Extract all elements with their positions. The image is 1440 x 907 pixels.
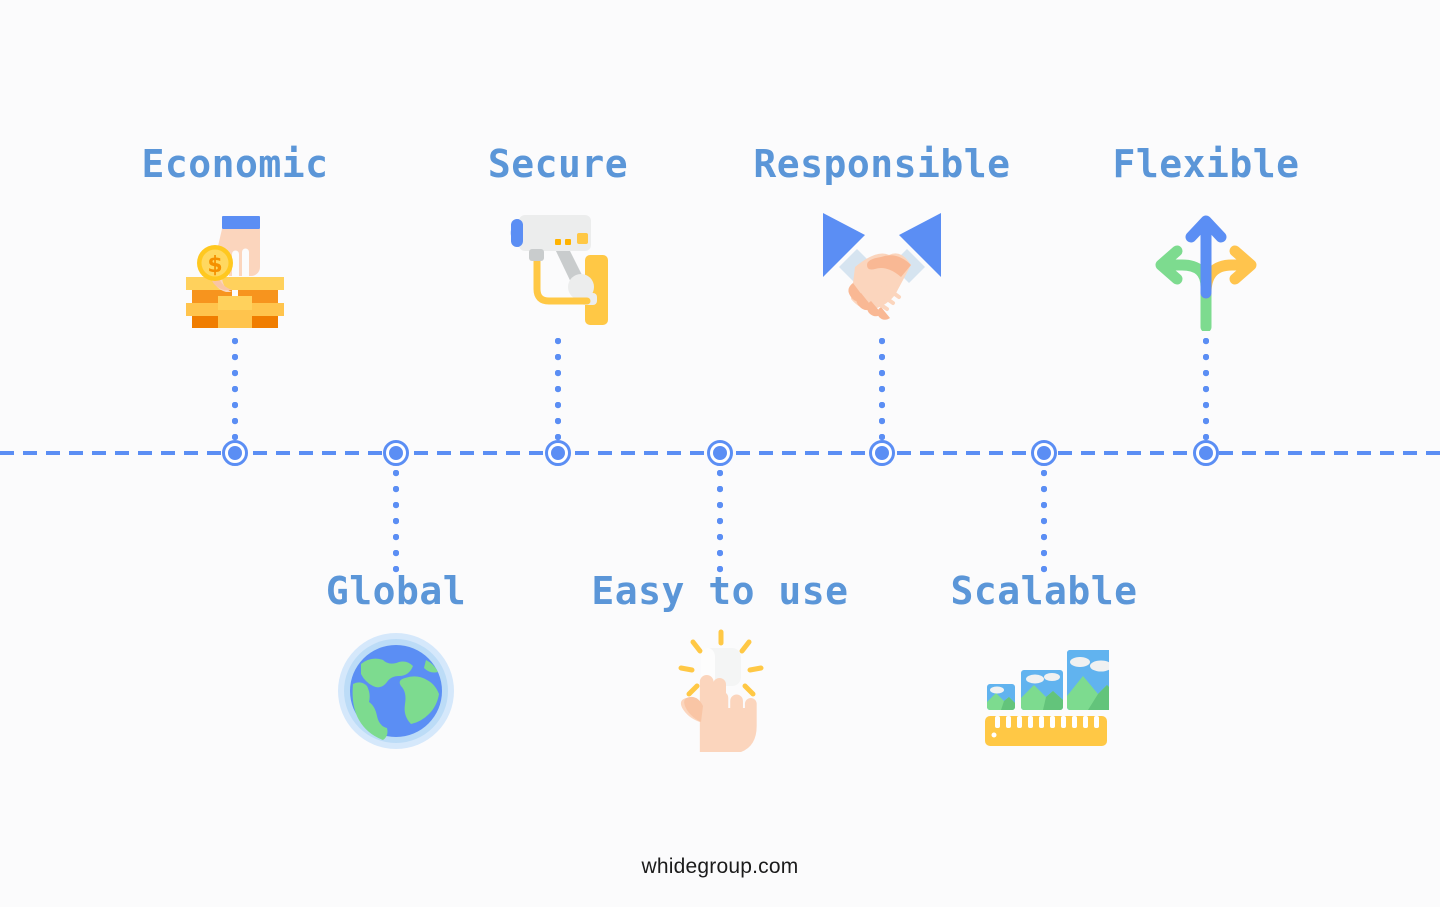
timeline-item-responsible[interactable]: Responsible <box>722 145 1042 331</box>
security-camera-icon <box>493 201 623 331</box>
connector-easy-to-use <box>717 470 723 574</box>
timeline-item-global[interactable]: Global <box>236 572 556 756</box>
item-label-economic: Economic <box>141 142 329 186</box>
timeline-item-secure[interactable]: Secure <box>398 145 718 331</box>
timeline-node-flexible[interactable] <box>1193 440 1219 466</box>
connector-scalable <box>1041 470 1047 574</box>
timeline-item-easy-to-use[interactable]: Easy to use <box>560 572 880 756</box>
item-label-responsible: Responsible <box>753 142 1011 186</box>
footer-watermark: whidegroup.com <box>641 855 799 878</box>
item-label-secure: Secure <box>487 142 629 186</box>
timeline-infographic: Economic $ Secure Responsible Flexible G… <box>0 0 1440 907</box>
timeline-node-global[interactable] <box>383 440 409 466</box>
timeline-node-economic[interactable] <box>222 440 248 466</box>
connector-flexible <box>1203 338 1209 442</box>
timeline-node-easy-to-use[interactable] <box>707 440 733 466</box>
connector-economic <box>232 338 238 442</box>
timeline-node-responsible[interactable] <box>869 440 895 466</box>
pointing-hand-button-icon <box>655 626 785 756</box>
timeline-node-scalable[interactable] <box>1031 440 1057 466</box>
connector-global <box>393 470 399 574</box>
globe-icon <box>331 626 461 756</box>
svg-text:$: $ <box>207 253 222 278</box>
connector-secure <box>555 338 561 442</box>
item-label-flexible: Flexible <box>1112 142 1300 186</box>
item-label-scalable: Scalable <box>950 569 1138 613</box>
timeline-item-flexible[interactable]: Flexible <box>1046 145 1366 331</box>
timeline-item-economic[interactable]: Economic $ <box>75 145 395 331</box>
item-label-easy-to-use: Easy to use <box>591 569 849 613</box>
ruler-images-icon <box>979 626 1109 756</box>
hand-coins-icon: $ <box>170 201 300 331</box>
timeline-item-scalable[interactable]: Scalable <box>884 572 1204 756</box>
item-label-global: Global <box>325 569 467 613</box>
three-way-arrow-icon <box>1141 201 1271 331</box>
timeline-node-secure[interactable] <box>545 440 571 466</box>
connector-responsible <box>879 338 885 442</box>
handshake-icon <box>817 201 947 331</box>
